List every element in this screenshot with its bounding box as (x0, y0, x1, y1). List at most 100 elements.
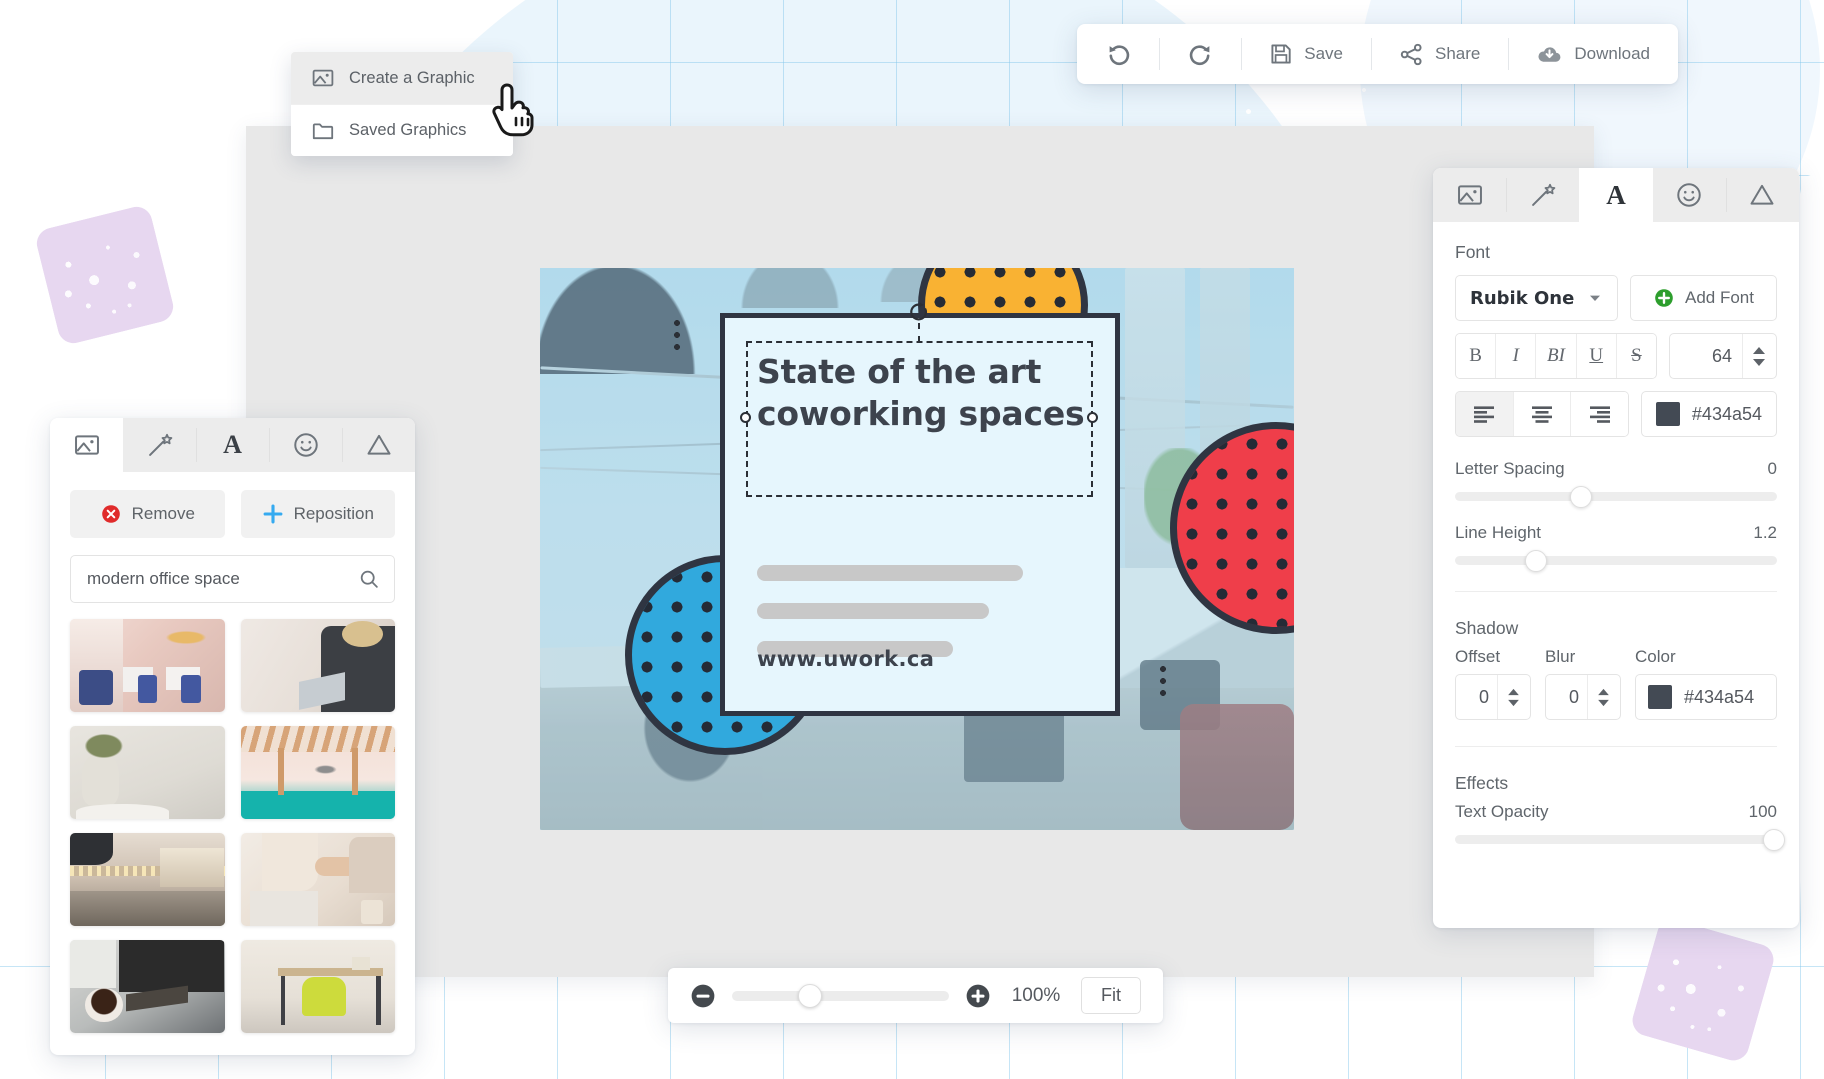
text-opacity-value: 100 (1749, 802, 1777, 822)
image-search-row[interactable] (70, 555, 395, 603)
italic-button[interactable]: I (1495, 334, 1535, 378)
undo-button[interactable] (1077, 24, 1159, 84)
shadow-blur-field[interactable]: 0 (1545, 674, 1621, 720)
search-icon[interactable] (358, 568, 380, 590)
tab-text[interactable]: A (1579, 168, 1652, 222)
shadow-offset-increase[interactable] (1507, 688, 1520, 696)
zoom-out-button[interactable] (690, 983, 716, 1009)
smiley-icon (1675, 181, 1703, 209)
selection-grip-left[interactable] (674, 317, 680, 351)
underline-label: U (1589, 345, 1603, 366)
shadow-blur-decrease[interactable] (1597, 699, 1610, 707)
align-right-button[interactable] (1570, 392, 1628, 436)
text-icon: A (1606, 180, 1626, 211)
font-family-value: Rubik One (1470, 288, 1574, 309)
zoom-slider[interactable] (732, 991, 949, 1001)
font-size-stepper[interactable] (1742, 334, 1776, 378)
tab-images[interactable] (1433, 168, 1506, 222)
align-center-button[interactable] (1513, 392, 1571, 436)
tab-effects[interactable] (123, 418, 196, 472)
save-button[interactable]: Save (1241, 24, 1371, 84)
design-canvas[interactable]: State of the art coworking spaces www.uw… (540, 268, 1294, 830)
thumbnail-create-mural-workspace[interactable] (241, 726, 396, 819)
thumbnail-yellow-chair-and-desk[interactable] (241, 940, 396, 1033)
thumbnail-coffee-cup-and-keyboard[interactable] (70, 940, 225, 1033)
menu-item-create-a-graphic[interactable]: Create a Graphic (291, 52, 513, 104)
line-height-knob[interactable] (1525, 550, 1547, 572)
tab-shapes[interactable] (342, 418, 415, 472)
thumbnail-cafe-interior-blue-chairs[interactable] (70, 619, 225, 712)
menu-item-saved-graphics[interactable]: Saved Graphics (291, 104, 513, 156)
align-right-icon (1589, 405, 1611, 423)
tab-shapes[interactable] (1726, 168, 1799, 222)
text-opacity-knob[interactable] (1763, 829, 1785, 851)
remove-button[interactable]: Remove (70, 490, 225, 538)
reposition-label: Reposition (294, 504, 374, 524)
font-size-increase[interactable] (1752, 346, 1766, 355)
text-color-swatch[interactable] (1656, 402, 1680, 426)
line-height-label: Line Height (1455, 523, 1541, 543)
shadow-blur-increase[interactable] (1597, 688, 1610, 696)
placeholder-bar (757, 603, 989, 619)
search-input[interactable] (87, 569, 350, 589)
font-family-select[interactable]: Rubik One (1455, 275, 1618, 321)
download-button[interactable]: Download (1508, 24, 1678, 84)
floppy-disk-icon (1269, 42, 1293, 66)
thumbnail-vase-with-flowers-on-desk[interactable] (70, 726, 225, 819)
redo-button[interactable] (1159, 24, 1241, 84)
add-font-label: Add Font (1685, 288, 1754, 308)
strikethrough-label: S (1631, 345, 1642, 366)
shadow-color-swatch[interactable] (1648, 685, 1672, 709)
tab-effects[interactable] (1506, 168, 1579, 222)
underline-button[interactable]: U (1576, 334, 1616, 378)
fit-button[interactable]: Fit (1081, 977, 1141, 1014)
bold-button[interactable]: B (1456, 334, 1495, 378)
thumbnail-handshake-over-desk[interactable] (241, 833, 396, 926)
add-font-button[interactable]: Add Font (1630, 275, 1777, 321)
rotate-handle-icon[interactable] (908, 301, 930, 323)
font-size-decrease[interactable] (1752, 358, 1766, 367)
text-opacity-slider[interactable] (1455, 835, 1777, 844)
tab-emoji[interactable] (1653, 168, 1726, 222)
letter-spacing-knob[interactable] (1570, 486, 1592, 508)
tab-images[interactable] (50, 418, 123, 472)
caret-down-icon (1752, 358, 1766, 367)
design-text-card[interactable]: State of the art coworking spaces www.uw… (720, 313, 1120, 716)
letter-spacing-label: Letter Spacing (1455, 459, 1565, 479)
font-section-title: Font (1455, 242, 1777, 263)
align-left-icon (1473, 405, 1495, 423)
text-opacity-control: Text Opacity 100 (1455, 802, 1777, 844)
share-button[interactable]: Share (1371, 24, 1508, 84)
thumbnail-open-plan-coworking-hall[interactable] (70, 833, 225, 926)
selection-grip-right[interactable] (1160, 663, 1166, 697)
shadow-blur-stepper[interactable] (1587, 675, 1620, 719)
mouse-cursor-pointing-hand-icon (492, 82, 536, 142)
selection-handle-left[interactable] (740, 412, 751, 423)
shadow-color-field[interactable]: #434a54 (1635, 674, 1777, 720)
shadow-offset-field[interactable]: 0 (1455, 674, 1531, 720)
reposition-button[interactable]: Reposition (241, 490, 396, 538)
design-heading-text[interactable]: State of the art coworking spaces (757, 351, 1089, 434)
strikethrough-button[interactable]: S (1616, 334, 1656, 378)
caret-up-icon (1752, 346, 1766, 355)
save-label: Save (1304, 44, 1343, 64)
line-height-slider[interactable] (1455, 556, 1777, 565)
text-color-field[interactable]: #434a54 (1641, 391, 1777, 437)
tab-text[interactable]: A (196, 418, 269, 472)
image-actions: Remove Reposition (70, 490, 395, 538)
bold-italic-button[interactable]: BI (1535, 334, 1575, 378)
text-properties-panel: A Font Rubik One (1433, 168, 1799, 928)
panel-divider (1455, 591, 1777, 592)
letter-spacing-slider[interactable] (1455, 492, 1777, 501)
tab-emoji[interactable] (269, 418, 342, 472)
thumbnail-woman-working-on-laptop[interactable] (241, 619, 396, 712)
image-icon (73, 431, 101, 459)
shadow-offset-stepper[interactable] (1497, 675, 1530, 719)
design-url-text[interactable]: www.uwork.ca (757, 647, 934, 671)
align-left-button[interactable] (1456, 392, 1513, 436)
zoom-slider-knob[interactable] (798, 984, 822, 1008)
selection-handle-right[interactable] (1087, 412, 1098, 423)
zoom-in-button[interactable] (965, 983, 991, 1009)
shadow-offset-decrease[interactable] (1507, 699, 1520, 707)
font-size-field[interactable]: 64 (1669, 333, 1777, 379)
